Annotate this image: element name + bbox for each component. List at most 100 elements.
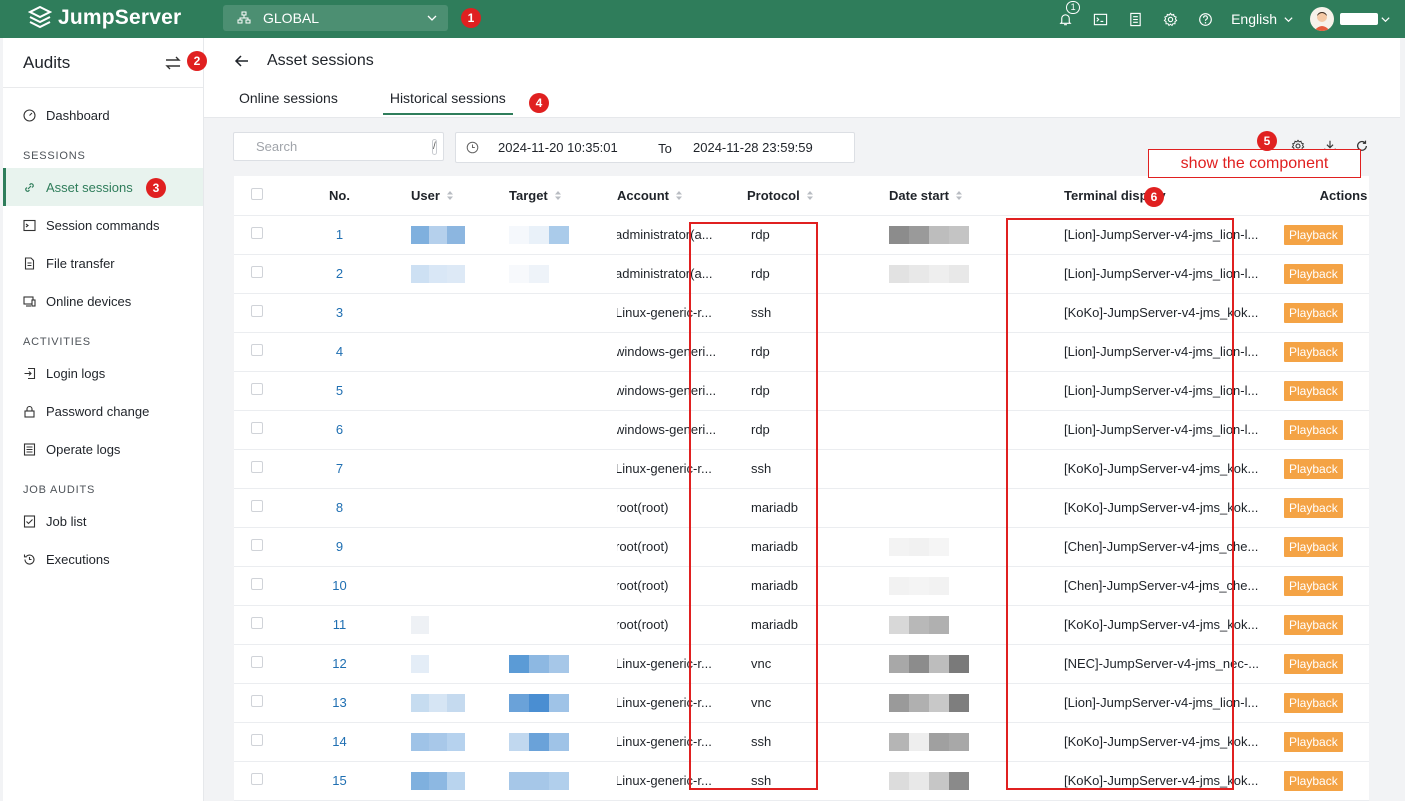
row-checkbox[interactable]	[251, 266, 263, 278]
row-number[interactable]: 2	[280, 254, 399, 294]
sidebar-item-login-logs[interactable]: Login logs	[3, 354, 203, 392]
tab-online-sessions[interactable]: Online sessions	[239, 84, 338, 115]
swap-icon[interactable]	[164, 54, 182, 72]
table-row[interactable]: 9 root(root) mariadb [Chen]-JumpServer-v4-j…	[234, 527, 1369, 567]
row-number[interactable]: 3	[280, 293, 399, 333]
row-number[interactable]: 6	[280, 410, 399, 450]
row-checkbox[interactable]	[251, 461, 263, 473]
playback-button[interactable]: Playback	[1284, 614, 1343, 635]
select-all-checkbox[interactable]	[251, 187, 263, 200]
date-start-cell	[889, 254, 1064, 294]
row-checkbox[interactable]	[251, 656, 263, 668]
lock-icon	[24, 405, 35, 418]
row-number[interactable]: 10	[280, 566, 399, 606]
table-row[interactable]: 5 windows-generi... rdp [Lion]-JumpServer-v…	[234, 371, 1369, 411]
table-row[interactable]: 4 windows-generi... rdp [Lion]-JumpServer-v…	[234, 332, 1369, 372]
date-start-value[interactable]: 2024-11-20 10:35:01	[498, 140, 649, 155]
playback-button[interactable]: Playback	[1284, 497, 1343, 518]
sidebar-item-dashboard[interactable]: Dashboard	[3, 96, 203, 134]
row-number[interactable]: 4	[280, 332, 399, 372]
row-checkbox[interactable]	[251, 773, 263, 785]
row-number[interactable]: 12	[280, 644, 399, 684]
date-range-picker[interactable]: 2024-11-20 10:35:01 To 2024-11-28 23:59:…	[455, 132, 855, 163]
playback-button[interactable]: Playback	[1284, 536, 1343, 557]
table-row[interactable]: 6 windows-generi... rdp [Lion]-JumpServer-v…	[234, 410, 1369, 450]
table-row[interactable]: 1 administrator(a... rdp [Lion]-JumpServer-…	[234, 215, 1369, 255]
settings-button[interactable]	[1153, 0, 1188, 38]
playback-button[interactable]: Playback	[1284, 419, 1343, 440]
search-input[interactable]	[256, 139, 432, 154]
table-row[interactable]: 15 Linux-generic-r... ssh [KoKo]-JumpServer…	[234, 761, 1369, 801]
sidebar-item-operate-logs[interactable]: Operate logs	[3, 430, 203, 468]
user-menu[interactable]	[1310, 7, 1391, 31]
row-checkbox[interactable]	[251, 500, 263, 512]
back-arrow-icon[interactable]	[234, 53, 250, 69]
sidebar-item-executions[interactable]: Executions	[3, 540, 203, 578]
column-header-account[interactable]: Account	[617, 176, 747, 216]
row-checkbox[interactable]	[251, 344, 263, 356]
playback-button[interactable]: Playback	[1284, 380, 1343, 401]
page-title: Asset sessions	[267, 52, 374, 69]
playback-button[interactable]: Playback	[1284, 692, 1343, 713]
table-row[interactable]: 7 Linux-generic-r... ssh [KoKo]-JumpServer-…	[234, 449, 1369, 489]
account-value: Linux-generic-r...	[617, 305, 712, 320]
table-row[interactable]: 13 Linux-generic-r... vnc [Lion]-JumpServer…	[234, 683, 1369, 723]
column-header-date-start[interactable]: Date start	[889, 176, 1064, 216]
table-row[interactable]: 10 root(root) mariadb [Chen]-JumpServer-v4-…	[234, 566, 1369, 606]
notification-button[interactable]: 1	[1048, 0, 1083, 38]
tab-historical-sessions[interactable]: Historical sessions	[382, 84, 513, 115]
playback-button[interactable]: Playback	[1284, 653, 1343, 674]
column-header-protocol[interactable]: Protocol	[747, 176, 889, 216]
table-row[interactable]: 12 Linux-generic-r... vnc [NEC]-JumpServer-…	[234, 644, 1369, 684]
row-number[interactable]: 14	[280, 722, 399, 762]
column-header-target[interactable]: Target	[495, 176, 617, 216]
playback-button[interactable]: Playback	[1284, 575, 1343, 596]
row-checkbox[interactable]	[251, 695, 263, 707]
sidebar-item-job-list[interactable]: Job list	[3, 502, 203, 540]
sidebar-item-session-commands[interactable]: Session commands	[3, 206, 203, 244]
row-number[interactable]: 11	[280, 605, 399, 645]
row-checkbox[interactable]	[251, 227, 263, 239]
tickets-button[interactable]	[1118, 0, 1153, 38]
row-checkbox[interactable]	[251, 734, 263, 746]
table-row[interactable]: 8 root(root) mariadb [KoKo]-JumpServer-v4-j…	[234, 488, 1369, 528]
playback-button[interactable]: Playback	[1284, 263, 1343, 284]
organization-select[interactable]: GLOBAL	[223, 5, 448, 31]
row-checkbox[interactable]	[251, 539, 263, 551]
row-checkbox[interactable]	[251, 383, 263, 395]
sidebar-item-password-change[interactable]: Password change	[3, 392, 203, 430]
table-row[interactable]: 11 root(root) mariadb [KoKo]-JumpServer-v4-…	[234, 605, 1369, 645]
playback-button[interactable]: Playback	[1284, 770, 1343, 791]
web-terminal-button[interactable]	[1083, 0, 1118, 38]
help-button[interactable]	[1188, 0, 1223, 38]
language-select[interactable]: English	[1231, 11, 1294, 27]
row-number[interactable]: 9	[280, 527, 399, 567]
row-number[interactable]: 15	[280, 761, 399, 801]
row-checkbox[interactable]	[251, 617, 263, 629]
playback-button[interactable]: Playback	[1284, 224, 1343, 245]
row-select-cell	[234, 371, 280, 411]
playback-button[interactable]: Playback	[1284, 458, 1343, 479]
sidebar-item-file-transfer[interactable]: File transfer	[3, 244, 203, 282]
row-checkbox[interactable]	[251, 305, 263, 317]
row-number[interactable]: 5	[280, 371, 399, 411]
sidebar-item-online-devices[interactable]: Online devices	[3, 282, 203, 320]
redacted-value	[509, 771, 569, 790]
table-row[interactable]: 14 Linux-generic-r... ssh [KoKo]-JumpServer…	[234, 722, 1369, 762]
row-number[interactable]: 13	[280, 683, 399, 723]
playback-button[interactable]: Playback	[1284, 302, 1343, 323]
playback-button[interactable]: Playback	[1284, 341, 1343, 362]
jumpserver-logo-icon	[28, 6, 52, 29]
sidebar-item-asset-sessions[interactable]: Asset sessions	[3, 168, 203, 206]
row-number[interactable]: 8	[280, 488, 399, 528]
playback-button[interactable]: Playback	[1284, 731, 1343, 752]
table-row[interactable]: 3 Linux-generic-r... ssh [KoKo]-JumpServer-…	[234, 293, 1369, 333]
column-header-user[interactable]: User	[399, 176, 495, 216]
row-number[interactable]: 7	[280, 449, 399, 489]
row-checkbox[interactable]	[251, 422, 263, 434]
row-number[interactable]: 1	[280, 215, 399, 255]
brand-logo[interactable]: JumpServer	[28, 6, 181, 30]
table-row[interactable]: 2 administrator(a... rdp [Lion]-JumpServer-…	[234, 254, 1369, 294]
date-end-value[interactable]: 2024-11-28 23:59:59	[693, 140, 813, 155]
row-checkbox[interactable]	[251, 578, 263, 590]
